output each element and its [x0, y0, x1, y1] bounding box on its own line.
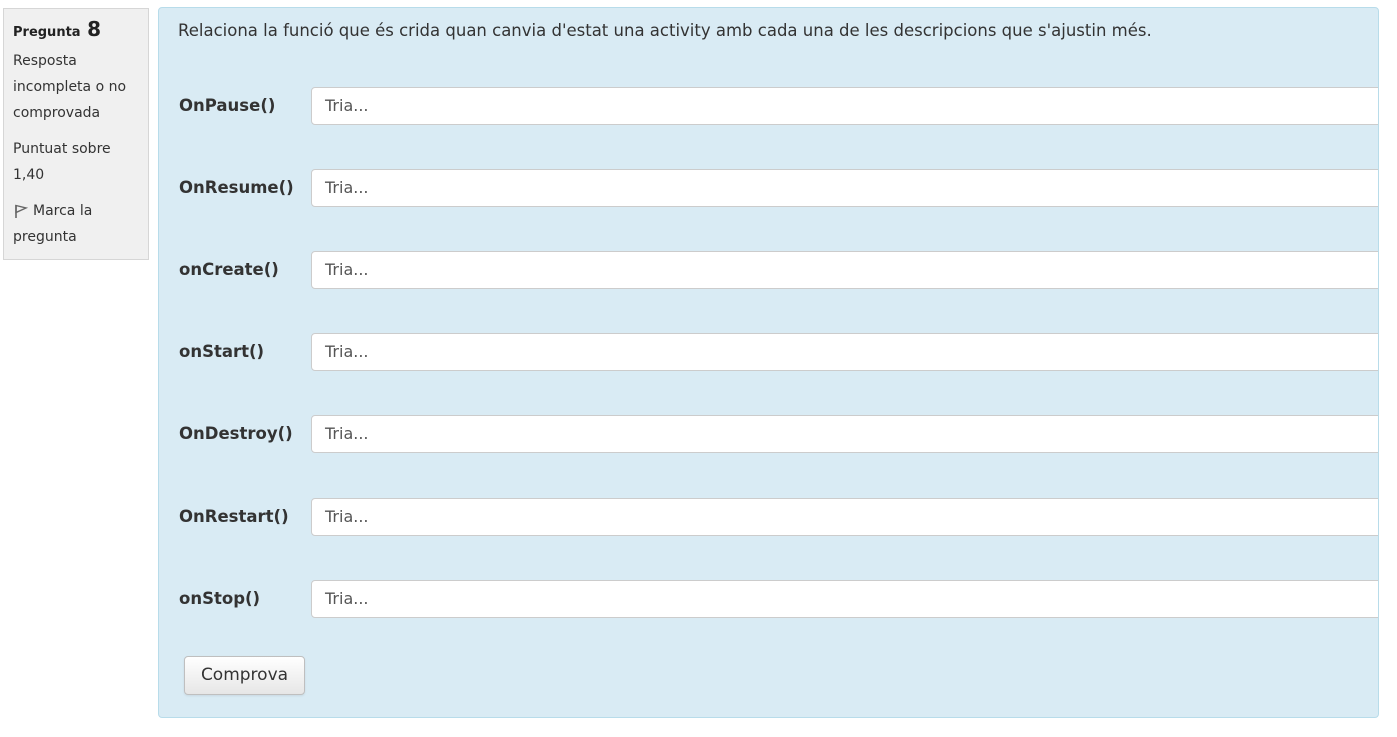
match-row: OnRestart() Tria... [159, 498, 1378, 547]
match-select[interactable]: Tria... [311, 498, 1378, 536]
question-state: Resposta incompleta o no comprovada [13, 53, 127, 121]
match-label: OnResume() [179, 178, 294, 197]
match-select[interactable]: Tria... [311, 169, 1378, 207]
match-select[interactable]: Tria... [311, 251, 1378, 289]
match-label: onStart() [179, 342, 265, 361]
match-label: OnDestroy() [179, 424, 293, 443]
match-row: OnPause() Tria... [159, 87, 1378, 136]
match-label: onStop() [179, 589, 261, 608]
question-info-panel: Pregunta 8 Resposta incompleta o no comp… [3, 8, 149, 260]
question-word: Pregunta [13, 25, 81, 40]
flag-question-link[interactable]: Marca la pregunta [13, 198, 139, 250]
match-row: onCreate() Tria... [159, 251, 1378, 300]
question-number-heading: Pregunta 8 [13, 17, 139, 45]
match-row: onStart() Tria... [159, 333, 1378, 382]
match-row: OnDestroy() Tria... [159, 415, 1378, 464]
match-row: onStop() Tria... [159, 580, 1378, 629]
match-select[interactable]: Tria... [311, 415, 1378, 453]
flag-icon [15, 204, 29, 218]
question-number: 8 [87, 17, 102, 41]
match-select[interactable]: Tria... [311, 333, 1378, 371]
match-select[interactable]: Tria... [311, 580, 1378, 618]
question-grade: Puntuat sobre 1,40 [13, 141, 111, 183]
check-button[interactable]: Comprova [184, 656, 305, 695]
question-content: Relaciona la funció que és crida quan ca… [158, 7, 1379, 718]
question-text: Relaciona la funció que és crida quan ca… [178, 21, 1152, 40]
match-select[interactable]: Tria... [311, 87, 1378, 125]
match-row: OnResume() Tria... [159, 169, 1378, 218]
match-label: onCreate() [179, 260, 279, 279]
match-label: OnRestart() [179, 507, 289, 526]
match-label: OnPause() [179, 96, 276, 115]
